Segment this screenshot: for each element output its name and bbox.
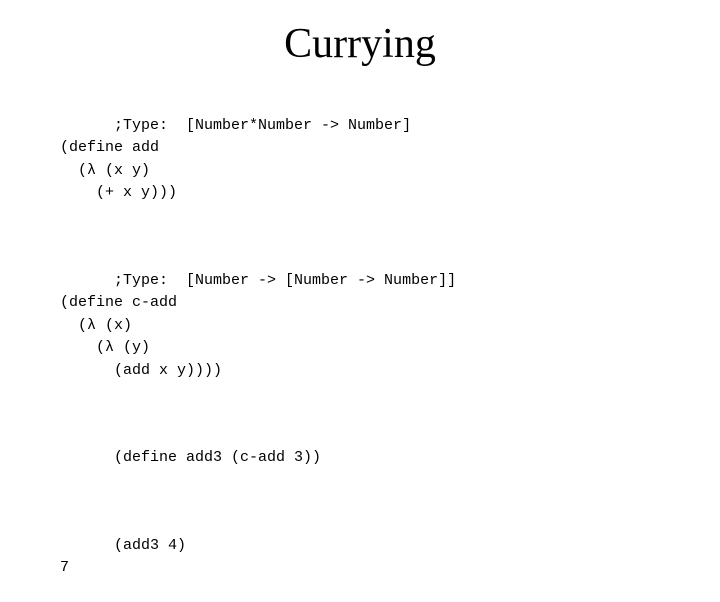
code-section-3: (define add3 (c-add 3))	[60, 425, 321, 493]
code-line: (define add3 (c-add 3))	[114, 449, 321, 466]
code-line: ;Type: [Number*Number -> Number] (define…	[60, 117, 411, 202]
code-section-1: ;Type: [Number*Number -> Number] (define…	[60, 92, 411, 227]
page-title: Currying	[60, 20, 660, 68]
code-section-4: (add3 4) 7	[60, 512, 186, 602]
code-block-4: (add3 4) 7	[60, 512, 186, 602]
code-block-2: ;Type: [Number -> [Number -> Number]] (d…	[60, 247, 456, 405]
code-section-2: ;Type: [Number -> [Number -> Number]] (d…	[60, 247, 456, 405]
code-line: ;Type: [Number -> [Number -> Number]] (d…	[60, 272, 456, 379]
code-line: (add3 4) 7	[60, 537, 186, 577]
code-block-3: (define add3 (c-add 3))	[60, 425, 321, 493]
page-container: Currying ;Type: [Number*Number -> Number…	[0, 0, 720, 540]
code-block-1: ;Type: [Number*Number -> Number] (define…	[60, 92, 411, 227]
